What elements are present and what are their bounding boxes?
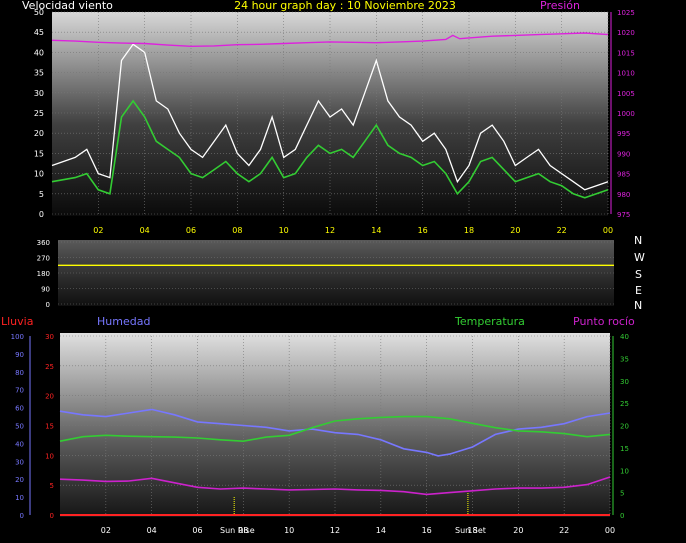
direction-y-tick: 0: [46, 301, 50, 309]
pressure-y-tick: 1015: [617, 49, 635, 57]
wind-x-tick: 08: [232, 226, 242, 235]
pressure-y-tick: 1005: [617, 90, 635, 98]
wind-y-tick: 15: [34, 149, 44, 158]
temperature-y-tick: 40: [620, 333, 629, 341]
humidity-y-tick: 100: [11, 333, 24, 341]
wind-x-tick: 14: [371, 226, 381, 235]
temperature-y-tick: 0: [620, 512, 624, 520]
temperature-y-tick: 5: [620, 490, 624, 498]
weather-x-tick: 12: [330, 526, 340, 535]
temperature-axis-title: Temperatura: [454, 315, 525, 328]
wind-x-tick: 16: [418, 226, 428, 235]
pressure-y-tick: 1000: [617, 110, 635, 118]
weather-x-tick: 00: [605, 526, 615, 535]
pressure-y-tick: 975: [617, 211, 630, 219]
humidity-y-tick: 0: [20, 512, 24, 520]
wind-y-tick: 40: [34, 48, 44, 57]
wind-y-tick: 25: [34, 109, 44, 118]
humidity-y-tick: 60: [15, 405, 24, 413]
pressure-y-tick: 980: [617, 191, 630, 199]
weather-x-tick: 14: [376, 526, 386, 535]
direction-y-tick: 360: [37, 239, 50, 247]
dewpoint-axis-title: Punto rocío: [573, 315, 635, 328]
temperature-y-tick: 10: [620, 467, 629, 475]
pressure-y-tick: 1010: [617, 70, 635, 78]
pressure-y-tick: 995: [617, 130, 630, 138]
wind-y-tick: 0: [39, 210, 44, 219]
direction-panel: [58, 240, 614, 306]
weather-chart: 5045403530252015105010251020101510101005…: [1, 0, 645, 535]
humidity-y-tick: 90: [15, 351, 24, 359]
direction-y-tick: 90: [41, 286, 50, 294]
humidity-y-tick: 40: [15, 440, 24, 448]
rain-y-tick: 0: [50, 512, 54, 520]
pressure-y-tick: 1020: [617, 29, 635, 37]
pressure-axis-title: Presión: [540, 0, 580, 12]
weather-x-tick: 04: [147, 526, 157, 535]
rain-axis-title: Lluvia: [1, 315, 33, 328]
rain-y-tick: 10: [45, 452, 54, 460]
direction-y-tick: 180: [37, 270, 50, 278]
temperature-y-tick: 15: [620, 445, 629, 453]
wind-y-tick: 20: [34, 129, 44, 138]
pressure-y-tick: 990: [617, 150, 630, 158]
rain-y-tick: 5: [50, 482, 54, 490]
humidity-y-tick: 80: [15, 369, 24, 377]
wind-y-tick: 5: [39, 190, 44, 199]
rain-y-tick: 25: [45, 363, 54, 371]
wind-x-tick: 20: [510, 226, 520, 235]
wind-x-tick: 00: [603, 226, 613, 235]
wind-axis-title: Velocidad viento: [22, 0, 113, 12]
wind-x-tick: 22: [557, 226, 567, 235]
humidity-y-tick: 70: [15, 387, 24, 395]
wind-x-tick: 04: [140, 226, 150, 235]
wind-x-tick: 10: [279, 226, 289, 235]
humidity-axis-title: Humedad: [97, 315, 150, 328]
temperature-y-tick: 20: [620, 423, 629, 431]
compass-w: W: [634, 251, 645, 264]
weather-x-tick: 22: [559, 526, 569, 535]
wind-y-tick: 35: [34, 69, 44, 78]
wind-y-tick: 45: [34, 28, 44, 37]
compass-e: E: [635, 284, 642, 297]
pressure-y-tick: 1025: [617, 9, 635, 17]
sun-set-label: Sun Set: [455, 526, 486, 535]
wind-x-tick: 02: [93, 226, 103, 235]
wind-y-tick: 30: [34, 89, 44, 98]
humidity-y-tick: 20: [15, 476, 24, 484]
wind-x-tick: 18: [464, 226, 474, 235]
weather-x-tick: 06: [192, 526, 202, 535]
weather-x-tick: 20: [513, 526, 523, 535]
weather-x-tick: 16: [422, 526, 432, 535]
rain-y-tick: 30: [45, 333, 54, 341]
weather-x-tick: 10: [284, 526, 294, 535]
humidity-y-tick: 10: [15, 494, 24, 502]
compass-s: S: [635, 268, 642, 281]
compass-n-bottom: N: [634, 299, 642, 312]
humidity-y-tick: 50: [15, 423, 24, 431]
weather-x-tick: 02: [101, 526, 111, 535]
wind-x-tick: 06: [186, 226, 196, 235]
temperature-y-tick: 25: [620, 400, 629, 408]
direction-y-tick: 270: [37, 255, 50, 263]
chart-title: 24 hour graph day : 10 Noviembre 2023: [234, 0, 456, 12]
rain-y-tick: 20: [45, 393, 54, 401]
rain-y-tick: 15: [45, 423, 54, 431]
sun-rise-label: Sun Rise: [220, 526, 255, 535]
wind-x-tick: 12: [325, 226, 335, 235]
compass-n-top: N: [634, 234, 642, 247]
humidity-y-tick: 30: [15, 458, 24, 466]
temperature-y-tick: 30: [620, 378, 629, 386]
temperature-y-tick: 35: [620, 355, 629, 363]
pressure-y-tick: 985: [617, 171, 630, 179]
wind-y-tick: 10: [34, 170, 44, 179]
